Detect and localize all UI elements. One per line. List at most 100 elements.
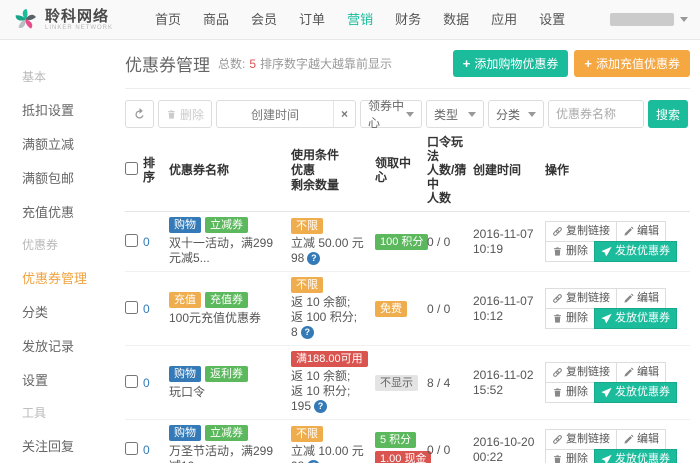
condition-line: 返 100 积分; [291, 310, 369, 325]
sidebar-item[interactable]: 充值优惠 [22, 202, 110, 221]
sidebar-item[interactable]: 抵扣设置 [22, 100, 110, 119]
send-coupon-button[interactable]: 发放优惠券 [594, 449, 677, 463]
center-badge: 免费 [375, 301, 407, 317]
people-count: 0 / 0 [427, 235, 473, 249]
pencil-icon [623, 434, 634, 445]
link-icon [552, 434, 563, 445]
trash-icon [552, 387, 563, 398]
delete-row-button[interactable]: 删除 [545, 449, 595, 463]
type-select[interactable]: 类型 [426, 100, 484, 128]
delete-selected-button[interactable]: 删除 [158, 100, 212, 128]
send-coupon-button[interactable]: 发放优惠券 [594, 382, 677, 403]
copy-link-button[interactable]: 复制链接 [545, 288, 617, 309]
nav-item[interactable]: 订单 [288, 0, 336, 40]
created-time: 2016-11-07 10:19 [473, 227, 545, 257]
edit-button[interactable]: 编辑 [616, 221, 666, 242]
sidebar-item[interactable]: 满额立减 [22, 134, 110, 153]
sidebar-section-title: 优惠券 [22, 236, 110, 253]
condition-line: 返 10 余额; [291, 369, 369, 384]
nav-item[interactable]: 设置 [528, 0, 576, 40]
center-badge: 不显示 [375, 375, 418, 391]
row-checkbox[interactable] [125, 442, 138, 455]
coupon-name: 双十一活动，满299元减5... [169, 236, 285, 266]
link-icon [552, 293, 563, 304]
copy-link-button[interactable]: 复制链接 [545, 221, 617, 242]
page-title: 优惠券管理 [125, 51, 210, 76]
header-created-time: 创建时间 [473, 163, 545, 178]
coupon-name: 玩口令 [169, 385, 285, 400]
copy-link-button[interactable]: 复制链接 [545, 362, 617, 383]
copy-link-button[interactable]: 复制链接 [545, 429, 617, 450]
question-icon[interactable]: ? [307, 460, 320, 464]
nav-item[interactable]: 财务 [384, 0, 432, 40]
condition-line: 返 10 余额; [291, 295, 369, 310]
search-button[interactable]: 搜索 [648, 100, 688, 128]
type-badge: 返利券 [205, 366, 248, 382]
sidebar-item[interactable]: 关注回复 [22, 436, 110, 455]
sort-value[interactable]: 0 [143, 376, 150, 390]
edit-button[interactable]: 编辑 [616, 362, 666, 383]
clear-date-button[interactable]: × [333, 101, 355, 127]
people-count: 0 / 0 [427, 443, 473, 457]
condition-line: 返 10 积分; [291, 384, 369, 399]
chevron-down-icon [468, 112, 476, 117]
row-checkbox[interactable] [125, 301, 138, 314]
user-menu[interactable] [610, 13, 688, 26]
refresh-button[interactable] [125, 100, 154, 128]
send-coupon-button[interactable]: 发放优惠券 [594, 308, 677, 329]
created-time: 2016-11-02 15:52 [473, 368, 545, 398]
add-recharge-coupon-button[interactable]: + 添加充值优惠券 [574, 50, 690, 77]
row-checkbox[interactable] [125, 234, 138, 247]
sort-value[interactable]: 0 [143, 443, 150, 457]
coupon-name: 万圣节活动，满299减10 [169, 444, 285, 463]
row-checkbox[interactable] [125, 375, 138, 388]
question-icon[interactable]: ? [301, 326, 314, 339]
sidebar-item[interactable]: 优惠券管理 [22, 268, 110, 287]
condition-badge: 不限 [291, 277, 323, 293]
filter-bar: 删除 创建时间 × 领券中心 类型 分类 搜索 [125, 100, 690, 128]
total-count: 5 [249, 57, 256, 71]
created-time-filter[interactable]: 创建时间 × [216, 100, 356, 128]
nav-item[interactable]: 商品 [192, 0, 240, 40]
paper-plane-icon [601, 387, 612, 398]
edit-button[interactable]: 编辑 [616, 429, 666, 450]
question-icon[interactable]: ? [307, 252, 320, 265]
nav-item[interactable]: 营销 [336, 0, 384, 40]
pencil-icon [623, 367, 634, 378]
delete-row-button[interactable]: 删除 [545, 308, 595, 329]
receive-center-select[interactable]: 领券中心 [360, 100, 422, 128]
sidebar-item[interactable]: 满额包邮 [22, 168, 110, 187]
coupon-name-input[interactable] [548, 100, 644, 128]
type-badge: 购物 [169, 425, 201, 441]
logo-pinwheel-icon [12, 6, 39, 33]
delete-row-button[interactable]: 删除 [545, 382, 595, 403]
nav-menu: 首页商品会员订单营销财务数据应用设置 [144, 0, 576, 40]
sidebar-item[interactable]: 发放记录 [22, 336, 110, 355]
paper-plane-icon [601, 313, 612, 324]
send-coupon-button[interactable]: 发放优惠券 [594, 241, 677, 262]
chevron-down-icon [680, 17, 688, 22]
nav-item[interactable]: 应用 [480, 0, 528, 40]
sidebar-item[interactable]: 分类 [22, 302, 110, 321]
question-icon[interactable]: ? [314, 400, 327, 413]
nav-item[interactable]: 首页 [144, 0, 192, 40]
nav-item[interactable]: 会员 [240, 0, 288, 40]
add-shopping-coupon-button[interactable]: + 添加购物优惠券 [453, 50, 569, 77]
sort-value[interactable]: 0 [143, 302, 150, 316]
sidebar-item[interactable]: 设置 [22, 370, 110, 389]
delete-row-button[interactable]: 删除 [545, 241, 595, 262]
top-nav: 聆科网络 LINKER NETWORK 首页商品会员订单营销财务数据应用设置 [0, 0, 700, 40]
table-row: 0 购物立减券 双十一活动，满299元减5... 不限 立减 50.00 元 9… [125, 212, 690, 272]
sidebar-section-title: 工具 [22, 404, 110, 421]
remaining-count: 195 [291, 399, 311, 414]
trash-icon [552, 454, 563, 463]
people-count: 8 / 4 [427, 376, 473, 390]
sort-value[interactable]: 0 [143, 235, 150, 249]
coupon-name: 100元充值优惠券 [169, 311, 285, 326]
table-header: 排序 优惠券名称 使用条件 优惠 剩余数量 领取中心 口令玩法 人数/猜中 人数… [125, 128, 690, 212]
edit-button[interactable]: 编辑 [616, 288, 666, 309]
nav-item[interactable]: 数据 [432, 0, 480, 40]
select-all-checkbox[interactable] [125, 162, 138, 175]
logo[interactable]: 聆科网络 LINKER NETWORK [12, 6, 130, 33]
category-select[interactable]: 分类 [488, 100, 544, 128]
